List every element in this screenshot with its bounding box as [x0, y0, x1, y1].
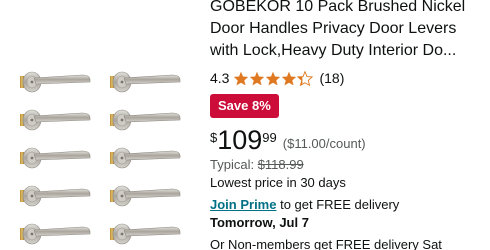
star-icon: [297, 70, 314, 86]
save-badge: Save 8%: [210, 94, 279, 118]
prime-delivery-row: Join Prime to get FREE delivery: [210, 197, 399, 213]
lowest-price-note: Lowest price in 30 days: [210, 175, 346, 190]
title-line: GOBEKOR 10 Pack Brushed Nickel: [210, 0, 466, 15]
price-symbol: $: [210, 130, 218, 145]
star-icon: [250, 71, 265, 85]
price-whole: 109: [217, 125, 263, 155]
typical-price-row: Typical: $118.99: [210, 157, 304, 173]
star-rating[interactable]: [233, 70, 314, 86]
rating-row[interactable]: 4.3 (18): [210, 68, 344, 88]
review-count[interactable]: (18): [319, 70, 344, 86]
nonmember-delivery-text: Or Non-members get FREE delivery Sat: [210, 237, 442, 250]
product-image[interactable]: [0, 0, 205, 250]
star-icon: [234, 71, 249, 85]
star-icon: [266, 71, 281, 85]
product-title[interactable]: GOBEKOR 10 Pack Brushed Nickel Door Hand…: [210, 0, 488, 62]
star-icon: [282, 71, 297, 85]
price-fraction: 99: [262, 130, 277, 145]
title-line: with Lock,Heavy Duty Interior Do...: [210, 42, 457, 59]
prime-delivery-text: to get FREE delivery: [276, 197, 400, 212]
typical-label: Typical:: [210, 157, 258, 172]
rating-value: 4.3: [210, 70, 230, 86]
delivery-date: Tomorrow, Jul 7: [210, 215, 309, 230]
title-line: Door Handles Privacy Door Levers: [210, 20, 457, 37]
unit-price: ($11.00/count): [282, 136, 366, 151]
typical-price: $118.99: [257, 157, 304, 172]
door-lever-icon: [19, 71, 181, 245]
price: $ 109 99 ($11.00/count): [210, 126, 366, 156]
join-prime-link[interactable]: Join Prime: [210, 197, 276, 212]
product-info: GOBEKOR 10 Pack Brushed Nickel Door Hand…: [210, 0, 490, 250]
